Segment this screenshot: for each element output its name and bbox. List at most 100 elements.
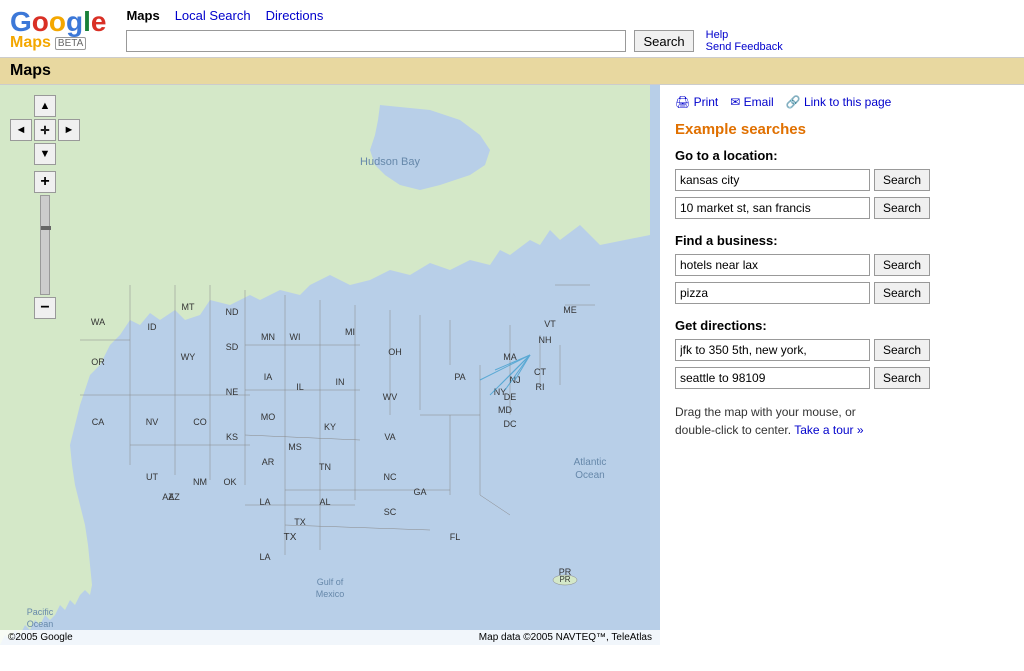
zoom-out-button[interactable]: − <box>34 297 56 319</box>
go-to-location-row-1: Search <box>675 169 1009 191</box>
svg-text:ND: ND <box>226 307 239 317</box>
go-to-location-search-btn-2[interactable]: Search <box>874 197 930 219</box>
zoom-handle[interactable] <box>41 226 51 230</box>
google-logo: Google <box>10 8 106 36</box>
svg-text:Ocean: Ocean <box>27 619 54 629</box>
get-directions-row-1: Search <box>675 339 1009 361</box>
go-to-location-input-1[interactable] <box>675 169 870 191</box>
svg-text:AL: AL <box>319 497 330 507</box>
get-directions-label: Get directions: <box>675 318 1009 333</box>
action-links: 🖨 Print ✉ Email 🔗 Link to this page <box>675 95 1009 109</box>
zoom-in-button[interactable]: + <box>34 171 56 193</box>
logo-subtitle: Maps BETA <box>10 34 86 52</box>
email-icon: ✉ <box>730 95 743 109</box>
go-to-location-row-2: Search <box>675 197 1009 219</box>
pan-lr-row: ◄ ✛ ► <box>10 119 80 141</box>
svg-text:PA: PA <box>454 372 465 382</box>
pan-left-button[interactable]: ◄ <box>10 119 32 141</box>
svg-text:CT: CT <box>534 367 546 377</box>
find-business-row-2: Search <box>675 282 1009 304</box>
svg-text:MI: MI <box>345 327 355 337</box>
svg-text:MO: MO <box>261 412 276 422</box>
get-directions-input-2[interactable] <box>675 367 870 389</box>
svg-text:OH: OH <box>388 347 402 357</box>
svg-text:SD: SD <box>226 342 239 352</box>
drag-hint: Drag the map with your mouse, ordouble-c… <box>675 403 1009 439</box>
find-business-label: Find a business: <box>675 233 1009 248</box>
svg-text:MS: MS <box>288 442 302 452</box>
main-search-input[interactable] <box>126 30 626 52</box>
find-business-input-1[interactable] <box>675 254 870 276</box>
pan-right-button[interactable]: ► <box>58 119 80 141</box>
svg-text:WV: WV <box>383 392 398 402</box>
svg-text:DE: DE <box>504 392 517 402</box>
svg-text:RI: RI <box>536 382 545 392</box>
svg-text:Hudson Bay: Hudson Bay <box>360 156 420 168</box>
svg-text:Gulf of: Gulf of <box>317 577 344 587</box>
find-business-row-1: Search <box>675 254 1009 276</box>
svg-text:AR: AR <box>262 457 275 467</box>
map-controls: ▲ ◄ ✛ ► ▼ + − <box>10 95 80 319</box>
send-feedback-link[interactable]: Send Feedback <box>706 41 783 53</box>
map-data-text: Map data ©2005 NAVTEQ™, TeleAtlas <box>479 632 652 643</box>
zoom-track <box>40 195 50 295</box>
svg-text:MA: MA <box>503 352 517 362</box>
nav-directions[interactable]: Directions <box>266 8 324 23</box>
svg-text:IN: IN <box>336 377 345 387</box>
get-directions-row-2: Search <box>675 367 1009 389</box>
nav-links: Maps Local Search Directions <box>126 8 1014 23</box>
svg-text:LA: LA <box>259 552 270 562</box>
svg-text:Mexico: Mexico <box>316 589 345 599</box>
map-container[interactable]: WA OR CA ID NV UT MT WY CO NM ND SD NE K… <box>0 85 660 645</box>
find-business-input-2[interactable] <box>675 282 870 304</box>
link-icon: 🔗 <box>786 95 804 109</box>
print-icon: 🖨 <box>675 95 694 109</box>
nav-maps: Maps <box>126 8 159 23</box>
svg-text:ME: ME <box>563 305 577 315</box>
svg-text:WY: WY <box>181 352 196 362</box>
svg-text:NH: NH <box>539 335 552 345</box>
svg-text:WI: WI <box>290 332 301 342</box>
svg-text:NC: NC <box>384 472 397 482</box>
example-searches-title: Example searches <box>675 121 1009 138</box>
nav-area: Maps Local Search Directions Search Help… <box>126 8 1014 53</box>
print-link[interactable]: 🖨 Print <box>675 95 718 109</box>
header: Google Maps BETA Maps Local Search Direc… <box>0 0 1024 58</box>
svg-text:Pacific: Pacific <box>27 607 54 617</box>
pan-up-button[interactable]: ▲ <box>34 95 56 117</box>
main-search-button[interactable]: Search <box>634 30 693 52</box>
pan-down-button[interactable]: ▼ <box>34 143 56 165</box>
go-to-location-search-btn-1[interactable]: Search <box>874 169 930 191</box>
svg-text:OK: OK <box>223 477 236 487</box>
go-to-location-input-2[interactable] <box>675 197 870 219</box>
find-business-search-btn-2[interactable]: Search <box>874 282 930 304</box>
search-bar: Search Help Send Feedback <box>126 29 1014 53</box>
find-business-search-btn-1[interactable]: Search <box>874 254 930 276</box>
get-directions-input-1[interactable] <box>675 339 870 361</box>
map-svg: WA OR CA ID NV UT MT WY CO NM ND SD NE K… <box>0 85 660 645</box>
map-footer: ©2005 Google Map data ©2005 NAVTEQ™, Tel… <box>0 630 660 645</box>
nav-local-search[interactable]: Local Search <box>175 8 251 23</box>
svg-text:TX: TX <box>284 532 297 543</box>
tour-link[interactable]: Take a tour » <box>794 423 863 437</box>
email-link[interactable]: ✉ Email <box>730 95 773 109</box>
svg-text:MT: MT <box>182 302 195 312</box>
help-links: Help Send Feedback <box>706 29 783 53</box>
go-to-location-label: Go to a location: <box>675 148 1009 163</box>
go-to-location-section: Go to a location: Search Search <box>675 148 1009 219</box>
svg-text:Ocean: Ocean <box>575 470 604 481</box>
svg-text:UT: UT <box>146 472 158 482</box>
svg-text:FL: FL <box>450 532 461 542</box>
svg-text:MN: MN <box>261 332 275 342</box>
svg-text:IL: IL <box>296 382 304 392</box>
svg-text:KY: KY <box>324 422 336 432</box>
get-directions-search-btn-1[interactable]: Search <box>874 339 930 361</box>
svg-text:Atlantic: Atlantic <box>574 457 607 468</box>
svg-text:VT: VT <box>544 319 556 329</box>
get-directions-search-btn-2[interactable]: Search <box>874 367 930 389</box>
help-link[interactable]: Help <box>706 29 783 41</box>
svg-text:CA: CA <box>92 417 105 427</box>
link-to-page-link[interactable]: 🔗 Link to this page <box>786 95 892 109</box>
pan-center-button[interactable]: ✛ <box>34 119 56 141</box>
svg-text:NV: NV <box>146 417 159 427</box>
